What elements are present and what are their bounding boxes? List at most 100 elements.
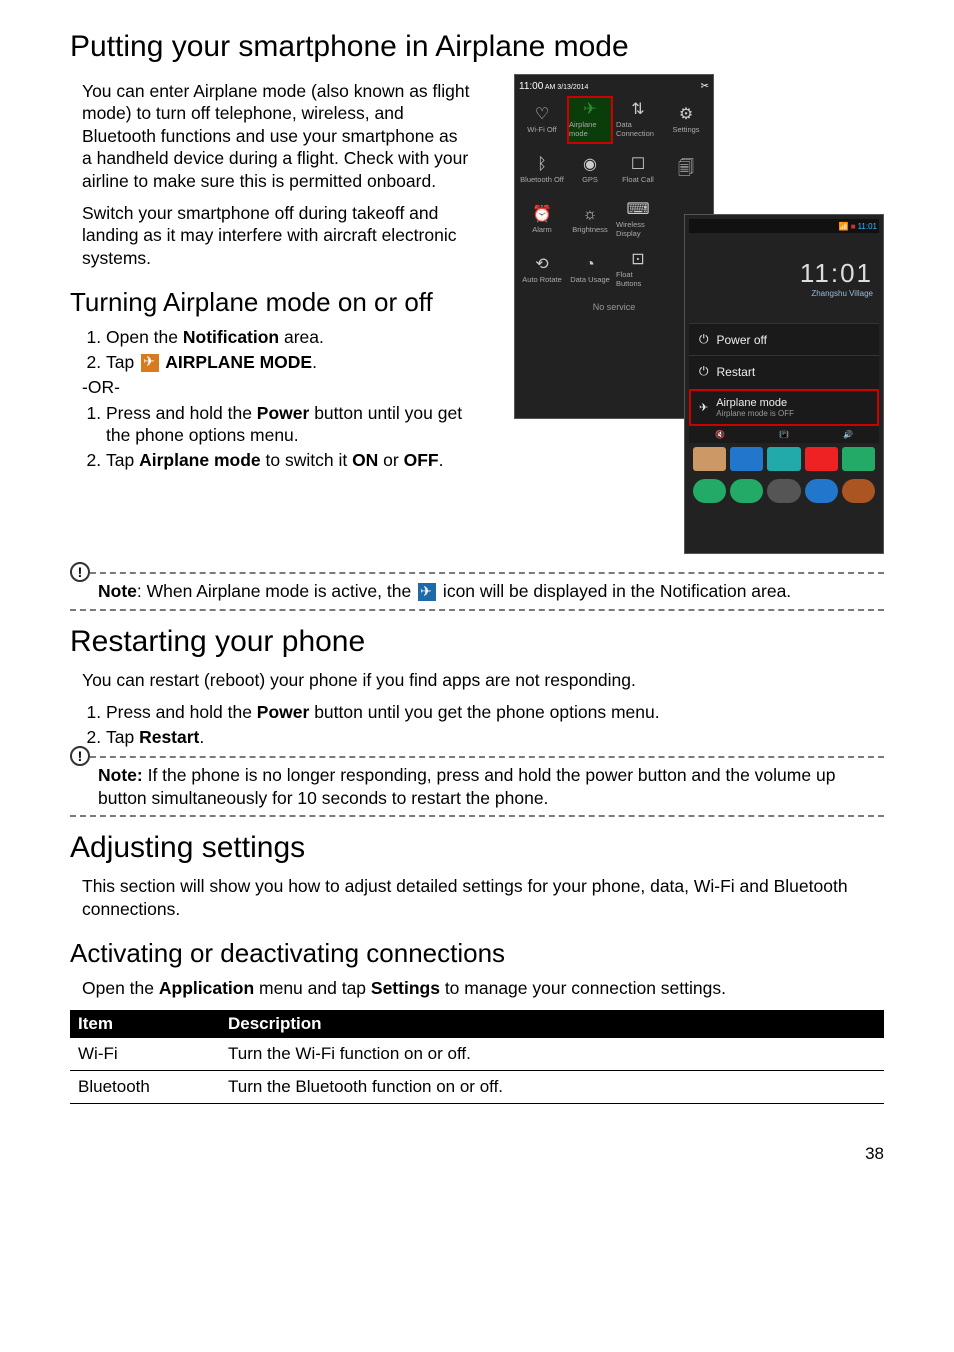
qs-tile-icon: ⌨ <box>626 202 649 218</box>
qs-tile-label: GPS <box>582 175 598 184</box>
table-row: Wi-FiTurn the Wi-Fi function on or off. <box>70 1038 884 1071</box>
qs-tile-7[interactable]: 🗐 <box>663 146 709 194</box>
figure-screenshots: 11:00 AM 3/13/2014 ✂ ♡Wi-Fi Off ✈ Airplane… <box>514 74 884 564</box>
paragraph-connections-open: Open the Application menu and tap Settin… <box>82 977 884 999</box>
heading-adjusting-settings: Adjusting settings <box>70 831 884 865</box>
restart-steps-list: Press and hold the Power button until yo… <box>82 701 884 748</box>
qs-tile-icon: ◉ <box>583 157 597 173</box>
qs-tile-icon: ☼ <box>583 207 598 223</box>
qs-tile-label: Bluetooth Off <box>520 175 564 184</box>
qs-tile-0[interactable]: ♡Wi-Fi Off <box>519 96 565 144</box>
method-b-step-1: Press and hold the Power button until yo… <box>106 402 470 447</box>
vibrate-icon[interactable]: 📳 <box>753 430 815 439</box>
paragraph-adjust-intro: This section will show you how to adjust… <box>82 875 884 920</box>
table-row: BluetoothTurn the Bluetooth function on … <box>70 1070 884 1103</box>
app-icon-3[interactable] <box>805 447 838 471</box>
power-icon: ⏻ <box>699 332 709 347</box>
home-clock: 11:01 Zhangshu Village <box>689 233 879 323</box>
qs-tile-icon: ᛒ <box>537 157 547 173</box>
qs-tile-1[interactable]: ✈ Airplane mode <box>567 96 613 144</box>
browser-app-icon[interactable] <box>805 479 838 503</box>
qs-tile-icon: ⏰ <box>532 207 552 223</box>
sound-mode-row: 🔇 📳 🔊 <box>689 426 879 443</box>
qs-tile-3[interactable]: ⚙Settings <box>663 96 709 144</box>
qs-tile-6[interactable]: ☐ Float Call <box>615 146 661 194</box>
qs-tile-icon: ☐ <box>631 157 645 173</box>
qs-tile-5[interactable]: ◉ GPS <box>567 146 613 194</box>
status-bar: 📶■11:01 <box>689 219 879 233</box>
qs-tile-12[interactable]: ⟲ Auto Rotate <box>519 246 565 294</box>
app-row <box>689 443 879 475</box>
power-options-dialog: ⏻Power off ⏻Restart ✈ Airplane mode Airp… <box>689 323 879 443</box>
qs-tile-4[interactable]: ᛒ Bluetooth Off <box>519 146 565 194</box>
camera-app-icon[interactable] <box>842 479 875 503</box>
messaging-app-icon[interactable] <box>730 479 763 503</box>
qs-tile-icon: ⊡ <box>631 252 644 268</box>
heading-turning-on-off: Turning Airplane mode on or off <box>70 287 470 318</box>
page-number: 38 <box>70 1144 884 1164</box>
table-cell-desc: Turn the Bluetooth function on or off. <box>220 1070 884 1103</box>
qs-tile-label: Wi-Fi Off <box>527 125 556 134</box>
qs-tile-icon: ✈ <box>583 102 596 118</box>
qs-tile-label: Float Call <box>622 175 654 184</box>
table-cell-desc: Turn the Wi-Fi function on or off. <box>220 1038 884 1071</box>
screenshot-power-menu: 📶■11:01 11:01 Zhangshu Village ⏻Power of… <box>684 214 884 554</box>
table-header-item: Item <box>70 1010 220 1038</box>
airplane-mode-row[interactable]: ✈ Airplane mode Airplane mode is OFF <box>689 389 879 426</box>
qs-tile-14[interactable]: ⊡ Float Buttons <box>615 246 661 294</box>
airplane-icon: ✈ <box>699 401 708 414</box>
phone-app-icon[interactable] <box>693 479 726 503</box>
qs-time: 11:00 AM 3/13/2014 <box>519 81 588 92</box>
app-icon-4[interactable] <box>842 447 875 471</box>
no-service-label: No service <box>519 302 709 312</box>
dock-row <box>689 475 879 507</box>
qs-tile-label: Airplane mode <box>569 120 611 138</box>
intro-text-column: You can enter Airplane mode (also known … <box>70 74 470 475</box>
heading-connections: Activating or deactivating connections <box>70 938 884 969</box>
qs-tile-label: Data Usage <box>570 275 610 284</box>
restart-step-1: Press and hold the Power button until yo… <box>106 701 884 723</box>
table-cell-item: Wi-Fi <box>70 1038 220 1071</box>
table-header-description: Description <box>220 1010 884 1038</box>
qs-tile-label: Alarm <box>532 225 552 234</box>
paragraph-switch-off: Switch your smartphone off during takeof… <box>82 202 470 269</box>
qs-tile-label: Wireless Display <box>616 220 660 238</box>
paragraph-airplane-intro: You can enter Airplane mode (also known … <box>82 80 470 192</box>
restart-row[interactable]: ⏻Restart <box>689 355 879 387</box>
sound-on-icon[interactable]: 🔊 <box>817 430 879 439</box>
app-icon-1[interactable] <box>730 447 763 471</box>
qs-tile-13[interactable]: ◔Data Usage <box>567 246 613 294</box>
qs-tile-label: Settings <box>672 125 699 134</box>
qs-grid: ♡Wi-Fi Off ✈ Airplane mode⇅Data Connection… <box>519 96 709 294</box>
qs-top-bar: 11:00 AM 3/13/2014 ✂ <box>519 79 709 94</box>
method-a-list: Open the Notification area. Tap AIRPLANE… <box>82 326 470 373</box>
qs-tile-9[interactable]: ☼Brightness <box>567 196 613 244</box>
app-icon-0[interactable] <box>693 447 726 471</box>
method-a-step-2: Tap AIRPLANE MODE. <box>106 351 470 373</box>
airplane-mode-icon <box>141 354 159 372</box>
note-force-restart: ! Note: If the phone is no longer respon… <box>70 756 884 818</box>
heading-airplane-mode: Putting your smartphone in Airplane mode <box>70 30 884 64</box>
qs-tile-icon: 🗐 <box>678 161 694 177</box>
qs-tile-label: Auto Rotate <box>522 275 562 284</box>
apps-drawer-icon[interactable] <box>767 479 800 503</box>
note-airplane-icon: ! Note: When Airplane mode is active, th… <box>70 572 884 611</box>
qs-tile-label: Float Buttons <box>616 270 660 288</box>
method-a-step-1: Open the Notification area. <box>106 326 470 348</box>
power-off-row[interactable]: ⏻Power off <box>689 323 879 355</box>
intro-section: You can enter Airplane mode (also known … <box>70 74 884 564</box>
scissors-icon: ✂ <box>701 81 709 92</box>
qs-tile-10[interactable]: ⌨ Wireless Display <box>615 196 661 244</box>
qs-tile-8[interactable]: ⏰ Alarm <box>519 196 565 244</box>
qs-tile-2[interactable]: ⇅Data Connection <box>615 96 661 144</box>
qs-tile-icon: ⟲ <box>535 257 548 273</box>
paragraph-restart-intro: You can restart (reboot) your phone if y… <box>82 669 884 691</box>
table-cell-item: Bluetooth <box>70 1070 220 1103</box>
silent-icon[interactable]: 🔇 <box>689 430 751 439</box>
connections-table: Item Description Wi-FiTurn the Wi-Fi fun… <box>70 1010 884 1104</box>
qs-tile-icon: ⇅ <box>631 102 644 118</box>
restart-icon: ⏻ <box>699 364 709 379</box>
or-separator: -OR- <box>82 377 470 398</box>
method-b-list: Press and hold the Power button until yo… <box>82 402 470 471</box>
app-icon-2[interactable] <box>767 447 800 471</box>
